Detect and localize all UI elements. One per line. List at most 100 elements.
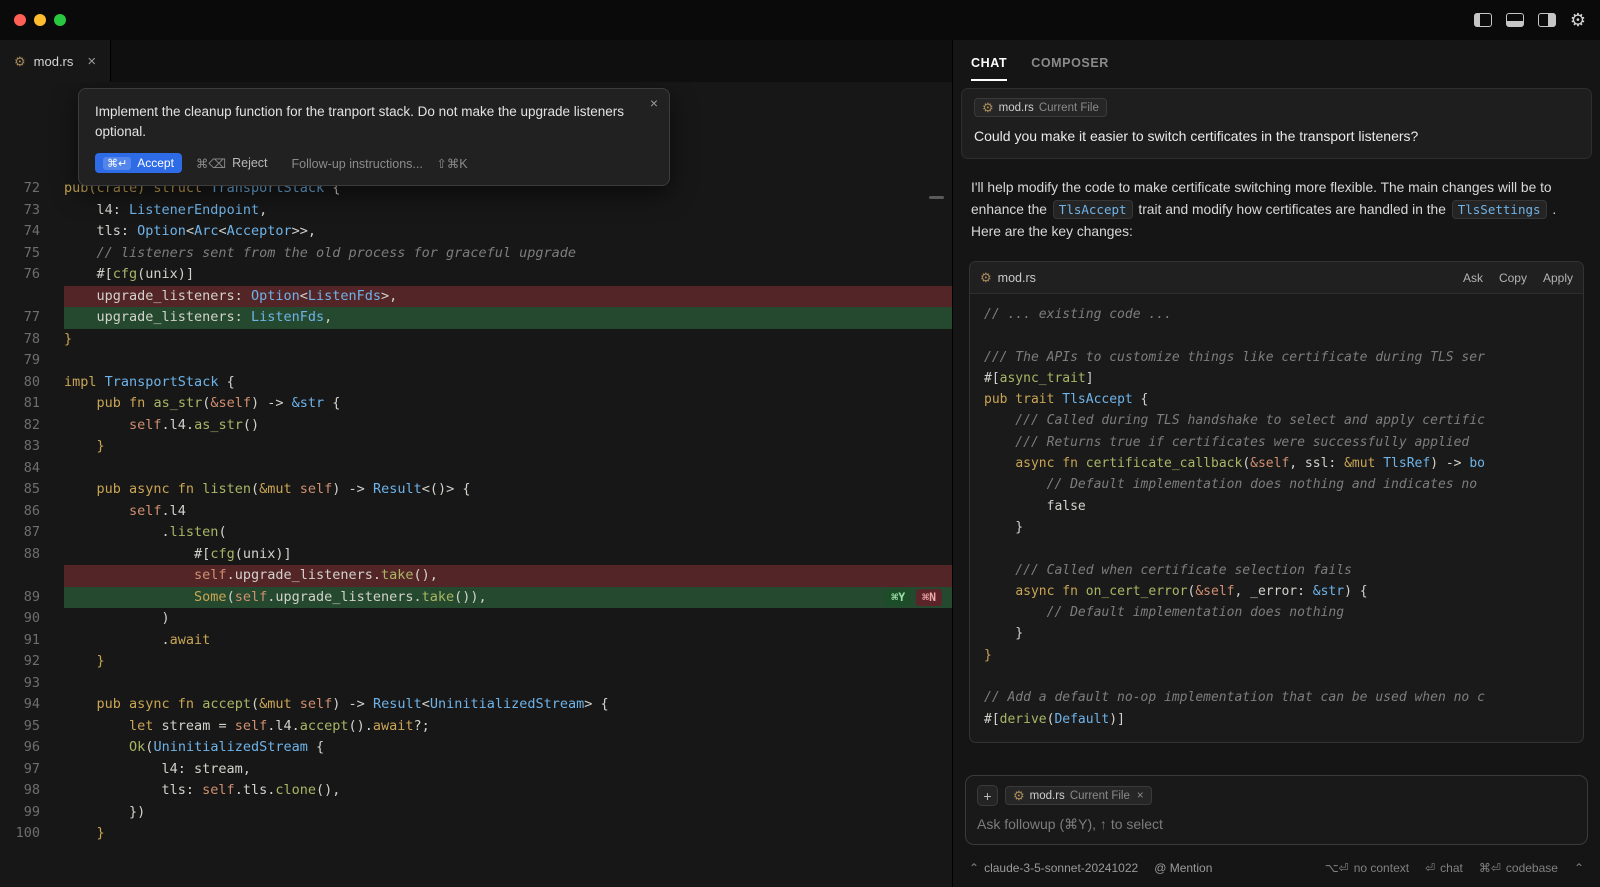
code-line[interactable]: 94 pub async fn accept(&mut self) -> Res… <box>0 694 952 716</box>
settings-gear-icon[interactable]: ⚙ <box>1570 11 1586 29</box>
code-line[interactable]: 91 .await <box>0 630 952 652</box>
popup-instruction-text: Implement the cleanup function for the t… <box>95 102 653 142</box>
minimize-window-button[interactable] <box>34 14 46 26</box>
line-number: 90 <box>0 608 64 630</box>
tab-chat[interactable]: CHAT <box>971 43 1007 81</box>
diff-accept-badge[interactable]: ⌘Y <box>885 589 911 606</box>
tab-close-icon[interactable]: × <box>87 53 96 70</box>
editor-scrollbar-thumb[interactable] <box>929 196 944 199</box>
code-line[interactable]: self.upgrade_listeners.take(), <box>0 565 952 587</box>
code-line[interactable]: 84 <box>0 458 952 480</box>
popup-close-icon[interactable]: × <box>650 95 658 111</box>
chip-tag-label: Current File <box>1039 102 1099 114</box>
code-line: // ... existing code ... <box>984 304 1569 325</box>
line-number: 87 <box>0 522 64 544</box>
hint-no-context: ⌥⏎no context <box>1325 861 1409 875</box>
toggle-bottom-panel-icon[interactable] <box>1506 13 1524 27</box>
code-line: /// Called when certificate selection fa… <box>984 560 1569 581</box>
code-line[interactable]: 89 Some(self.upgrade_listeners.take()),⌘… <box>0 587 952 609</box>
copy-button[interactable]: Copy <box>1499 271 1527 285</box>
line-number: 76 <box>0 264 64 286</box>
code-line[interactable]: 92 } <box>0 651 952 673</box>
code-line[interactable]: 97 l4: stream, <box>0 759 952 781</box>
code-line[interactable]: 85 pub async fn listen(&mut self) -> Res… <box>0 479 952 501</box>
chat-input-box[interactable]: + ⚙ mod.rs Current File × <box>965 775 1588 845</box>
code-line[interactable]: 86 self.l4 <box>0 501 952 523</box>
ask-button[interactable]: Ask <box>1463 271 1483 285</box>
line-number: 79 <box>0 350 64 372</box>
line-number: 88 <box>0 544 64 566</box>
reject-button[interactable]: ⌘⌫ Reject <box>196 156 268 171</box>
code-editor[interactable]: 72pub(crate) struct TransportStack {73 l… <box>0 82 952 845</box>
toggle-right-sidebar-icon[interactable] <box>1538 13 1556 27</box>
code-line[interactable]: 100 } <box>0 823 952 845</box>
code-line[interactable]: 73 l4: ListenerEndpoint, <box>0 200 952 222</box>
footer-hints: ⌥⏎no context ⏎chat ⌘⏎codebase ⌃ <box>1325 861 1584 875</box>
code-line <box>984 325 1569 346</box>
code-line[interactable]: 96 Ok(UninitializedStream { <box>0 737 952 759</box>
line-number: 73 <box>0 200 64 222</box>
tab-mod-rs[interactable]: ⚙ mod.rs × <box>0 40 111 82</box>
code-line[interactable]: 79 <box>0 350 952 372</box>
chat-tabs: CHAT COMPOSER <box>953 40 1600 84</box>
code-line[interactable]: 74 tls: Option<Arc<Acceptor>>, <box>0 221 952 243</box>
code-line[interactable]: 82 self.l4.as_str() <box>0 415 952 437</box>
toggle-left-sidebar-icon[interactable] <box>1474 13 1492 27</box>
chip-file-label: mod.rs <box>999 102 1034 114</box>
accept-button[interactable]: ⌘↵ Accept <box>95 153 182 173</box>
code-line[interactable]: 76 #[cfg(unix)] <box>0 264 952 286</box>
line-number: 77 <box>0 307 64 329</box>
code-line[interactable]: 93 <box>0 673 952 695</box>
tab-label: mod.rs <box>34 54 74 69</box>
tab-composer[interactable]: COMPOSER <box>1031 43 1109 81</box>
model-selector[interactable]: ⌃ claude-3-5-sonnet-20241022 <box>969 861 1138 875</box>
followup-kbd: ⇧⌘K <box>436 157 467 171</box>
context-chip[interactable]: ⚙ mod.rs Current File <box>974 98 1107 117</box>
chip-tag-label: Current File <box>1070 790 1130 802</box>
line-number: 89 <box>0 587 64 609</box>
code-line[interactable]: 98 tls: self.tls.clone(), <box>0 780 952 802</box>
editor-body[interactable]: × Implement the cleanup function for the… <box>0 82 952 887</box>
code-line[interactable]: 80impl TransportStack { <box>0 372 952 394</box>
code-line[interactable]: 95 let stream = self.l4.accept().await?; <box>0 716 952 738</box>
code-line: pub trait TlsAccept { <box>984 389 1569 410</box>
add-context-button[interactable]: + <box>977 785 998 806</box>
assistant-response-text: I'll help modify the code to make certif… <box>953 169 1600 247</box>
code-line <box>984 538 1569 559</box>
code-line[interactable]: upgrade_listeners: Option<ListenFds>, <box>0 286 952 308</box>
code-line[interactable]: 77 upgrade_listeners: ListenFds, <box>0 307 952 329</box>
codeblock-content: // ... existing code .../// The APIs to … <box>970 294 1583 742</box>
zoom-window-button[interactable] <box>54 14 66 26</box>
code-line: async fn on_cert_error(&self, _error: &s… <box>984 581 1569 602</box>
code-line: } <box>984 517 1569 538</box>
code-line[interactable]: 75 // listeners sent from the old proces… <box>0 243 952 265</box>
codeblock-actions: Ask Copy Apply <box>1463 271 1573 285</box>
apply-button[interactable]: Apply <box>1543 271 1573 285</box>
followup-input[interactable] <box>977 816 1576 832</box>
chat-conversation[interactable]: ⚙ mod.rs Current File Could you make it … <box>953 84 1600 769</box>
codebase-expand-chevron-icon[interactable]: ⌃ <box>1574 861 1584 875</box>
code-line[interactable]: 87 .listen( <box>0 522 952 544</box>
line-number <box>0 286 64 308</box>
line-number: 98 <box>0 780 64 802</box>
followup-instructions-button[interactable]: Follow-up instructions... ⇧⌘K <box>292 156 468 171</box>
hint-codebase[interactable]: ⌘⏎codebase <box>1479 861 1558 875</box>
code-line[interactable]: 90 ) <box>0 608 952 630</box>
code-line: /// Returns true if certificates were su… <box>984 432 1569 453</box>
rust-file-icon: ⚙ <box>1013 789 1025 802</box>
diff-reject-badge[interactable]: ⌘N <box>916 589 942 606</box>
line-number: 93 <box>0 673 64 695</box>
code-line[interactable]: 78} <box>0 329 952 351</box>
line-number <box>0 565 64 587</box>
chat-codeblock: ⚙ mod.rs Ask Copy Apply // ... existing … <box>969 261 1584 743</box>
chip-close-icon[interactable]: × <box>1137 790 1144 802</box>
code-line: #[async_trait] <box>984 368 1569 389</box>
input-context-chip[interactable]: ⚙ mod.rs Current File × <box>1005 786 1152 805</box>
close-window-button[interactable] <box>14 14 26 26</box>
line-number: 83 <box>0 436 64 458</box>
code-line[interactable]: 81 pub fn as_str(&self) -> &str { <box>0 393 952 415</box>
code-line[interactable]: 83 } <box>0 436 952 458</box>
mention-button[interactable]: @ Mention <box>1154 861 1212 875</box>
code-line[interactable]: 88 #[cfg(unix)] <box>0 544 952 566</box>
code-line[interactable]: 99 }) <box>0 802 952 824</box>
